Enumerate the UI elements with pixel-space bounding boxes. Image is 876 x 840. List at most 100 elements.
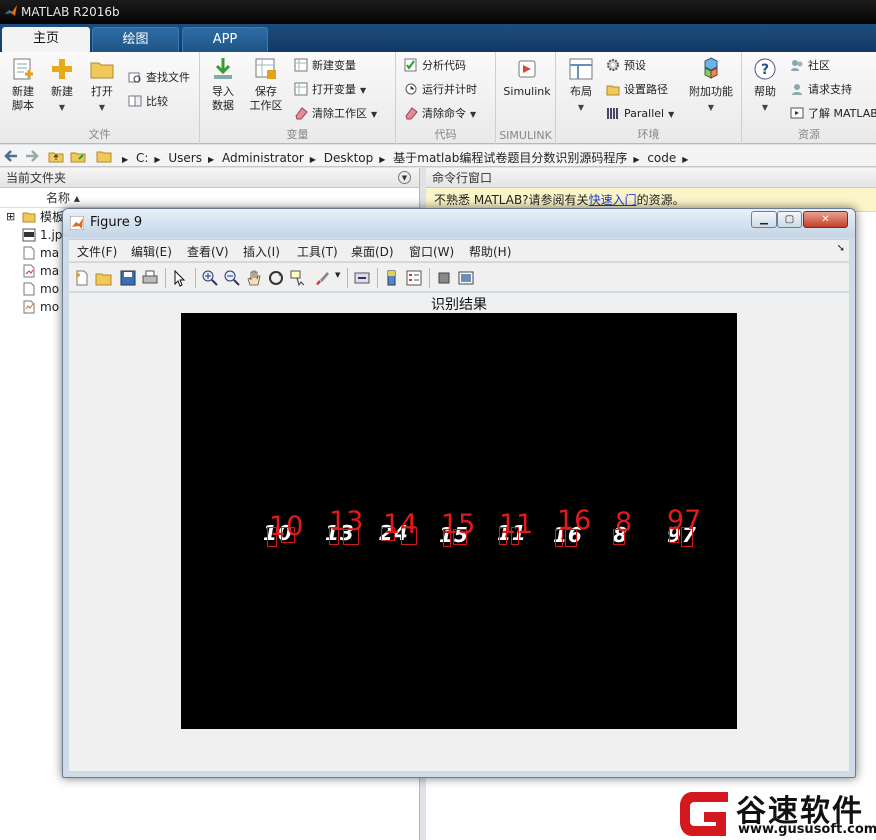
file-name: mo bbox=[40, 282, 60, 296]
section-label-resources: 资源 bbox=[798, 128, 820, 141]
clear-workspace-button[interactable]: 清除工作区 ▼ bbox=[294, 104, 377, 124]
panel-actions-chevron-icon[interactable]: ▼ bbox=[398, 171, 411, 184]
svg-text:?: ? bbox=[761, 62, 769, 78]
brush-chevron-down-icon[interactable]: ▼ bbox=[335, 271, 340, 279]
file-name: mo bbox=[40, 300, 60, 314]
maximize-button[interactable]: ▢ bbox=[777, 211, 802, 228]
import-data-button[interactable]: 导入 数据 bbox=[206, 56, 240, 113]
brush-icon[interactable] bbox=[313, 269, 331, 287]
close-button[interactable]: ✕ bbox=[803, 211, 848, 228]
column-header-name[interactable]: 名称 ▴ bbox=[0, 188, 419, 208]
print-icon[interactable] bbox=[141, 269, 159, 287]
link-plot-icon[interactable] bbox=[353, 269, 371, 287]
expand-icon[interactable]: ⊞ bbox=[6, 208, 15, 226]
preferences-label: 预设 bbox=[624, 59, 646, 72]
minimize-button[interactable]: ▁ bbox=[751, 211, 777, 228]
learn-matlab-button[interactable]: 了解 MATLAB bbox=[790, 104, 876, 124]
mat-file-icon bbox=[23, 300, 35, 314]
zoom-in-icon[interactable] bbox=[201, 269, 219, 287]
file-name: 模板 bbox=[40, 210, 65, 224]
menu-view[interactable]: 查看(V) bbox=[187, 243, 229, 260]
analyze-code-button[interactable]: 分析代码 bbox=[404, 56, 466, 76]
add-ons-icon bbox=[704, 57, 718, 79]
request-support-button[interactable]: 请求支持 bbox=[790, 80, 852, 100]
open-button[interactable]: 打开 ▼ bbox=[86, 56, 118, 115]
legend-icon[interactable] bbox=[405, 269, 423, 287]
breadcrumb-item-users[interactable]: Users bbox=[168, 151, 202, 165]
add-ons-button[interactable]: 附加功能 ▼ bbox=[686, 56, 736, 115]
menu-tools[interactable]: 工具(T) bbox=[297, 243, 338, 260]
quick-start-link[interactable]: 快速入门 bbox=[589, 193, 637, 207]
find-files-button[interactable]: 查找文件 bbox=[128, 68, 190, 88]
chevron-down-icon: ▼ bbox=[58, 103, 66, 112]
save-workspace-button[interactable]: 保存 工作区 bbox=[246, 56, 286, 113]
menu-desktop[interactable]: 桌面(D) bbox=[351, 243, 394, 260]
set-path-label: 设置路径 bbox=[624, 83, 668, 96]
breadcrumb-item-code[interactable]: code bbox=[647, 151, 676, 165]
parallel-button[interactable]: Parallel ▼ bbox=[606, 104, 674, 124]
breadcrumb-item-desktop[interactable]: Desktop bbox=[324, 151, 374, 165]
new-figure-icon[interactable] bbox=[73, 269, 91, 287]
breadcrumb-item-project[interactable]: 基于matlab编程试卷题目分数识别源码程序 bbox=[393, 151, 627, 165]
menu-window[interactable]: 窗口(W) bbox=[409, 243, 454, 260]
toolbar-separator bbox=[165, 268, 166, 288]
rotate-3d-icon[interactable] bbox=[267, 269, 285, 287]
community-label: 社区 bbox=[808, 59, 830, 72]
chevron-down-icon: ▼ bbox=[761, 103, 769, 112]
run-and-time-button[interactable]: 运行并计时 bbox=[404, 80, 477, 100]
new-button[interactable]: 新建 ▼ bbox=[46, 56, 78, 115]
add-ons-label: 附加功能 bbox=[689, 85, 733, 98]
browse-folder-icon[interactable] bbox=[70, 148, 86, 164]
layout-button[interactable]: 布局 ▼ bbox=[564, 56, 598, 115]
parallel-icon bbox=[607, 108, 618, 119]
toolbar-separator bbox=[377, 268, 378, 288]
zoom-out-icon[interactable] bbox=[223, 269, 241, 287]
clear-commands-button[interactable]: 清除命令 ▼ bbox=[404, 104, 476, 124]
tab-home[interactable]: 主页 bbox=[2, 27, 90, 52]
section-label-environment: 环境 bbox=[637, 128, 660, 141]
figure-title-bar[interactable]: Figure 9 ▁ ▢ ✕ bbox=[63, 209, 855, 237]
open-file-icon[interactable] bbox=[95, 269, 113, 287]
simulink-button[interactable]: Simulink bbox=[502, 56, 552, 99]
data-cursor-icon[interactable] bbox=[289, 269, 307, 287]
new-script-button[interactable]: 新建 脚本 bbox=[6, 56, 40, 113]
watermark: 谷速软件 www.gususoft.com bbox=[678, 786, 876, 840]
new-variable-label: 新建变量 bbox=[312, 59, 356, 72]
open-variable-icon bbox=[294, 82, 308, 96]
show-plot-tools-icon[interactable] bbox=[457, 269, 475, 287]
recognized-label: 8 bbox=[615, 507, 633, 538]
set-path-button[interactable]: 设置路径 bbox=[606, 80, 668, 100]
breadcrumb-separator-icon: ▶ bbox=[682, 155, 689, 164]
jpg-file-icon bbox=[22, 228, 36, 242]
layout-icon bbox=[569, 58, 593, 80]
open-variable-button[interactable]: 打开变量 ▼ bbox=[294, 80, 366, 100]
compare-button[interactable]: 比较 bbox=[128, 92, 168, 112]
colorbar-icon[interactable] bbox=[383, 269, 401, 287]
tab-apps[interactable]: APP bbox=[182, 27, 268, 52]
menu-file[interactable]: 文件(F) bbox=[77, 243, 117, 260]
breadcrumb-item-drive[interactable]: C: bbox=[136, 151, 148, 165]
find-files-label: 查找文件 bbox=[146, 71, 190, 84]
preferences-button[interactable]: 预设 bbox=[606, 56, 646, 76]
hide-plot-tools-icon[interactable] bbox=[435, 269, 453, 287]
breadcrumb-item-administrator[interactable]: Administrator bbox=[222, 151, 304, 165]
pointer-arrow-icon[interactable] bbox=[171, 269, 189, 287]
forward-arrow-icon[interactable] bbox=[24, 148, 40, 164]
folder-icon bbox=[22, 212, 36, 223]
menu-edit[interactable]: 编辑(E) bbox=[131, 243, 172, 260]
current-folder-header: 当前文件夹 ▼ bbox=[0, 168, 419, 188]
new-variable-button[interactable]: 新建变量 bbox=[294, 56, 356, 76]
tab-plots[interactable]: 绘图 bbox=[92, 27, 179, 52]
up-folder-icon[interactable] bbox=[48, 148, 64, 164]
dock-arrow-icon[interactable]: ➘ bbox=[837, 243, 845, 254]
back-arrow-icon[interactable] bbox=[3, 148, 19, 164]
ribbon-section-code: 分析代码 运行并计时 清除命令 ▼ 代码 bbox=[396, 52, 496, 144]
menu-help[interactable]: 帮助(H) bbox=[469, 243, 511, 260]
figure-client-area: 识别结果 10 10 13 13 24 14 15 15 11 11 16 16… bbox=[69, 293, 849, 771]
command-window-title: 命令行窗口 bbox=[432, 171, 493, 185]
menu-insert[interactable]: 插入(I) bbox=[243, 243, 280, 260]
pan-hand-icon[interactable] bbox=[245, 269, 263, 287]
save-icon[interactable] bbox=[119, 269, 137, 287]
community-button[interactable]: 社区 bbox=[790, 56, 830, 76]
help-button[interactable]: ? 帮助 ▼ bbox=[750, 56, 780, 115]
